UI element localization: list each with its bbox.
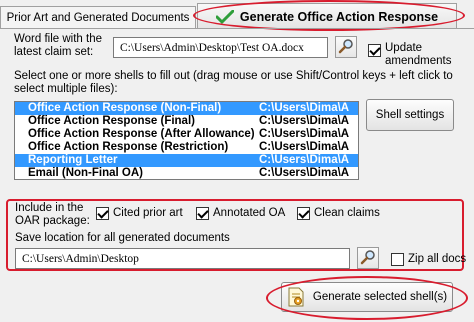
- include-in-package-label: Include in the OAR package:: [15, 202, 90, 227]
- zip-all-docs-checkbox[interactable]: [391, 253, 404, 266]
- browse-save-location-button[interactable]: [357, 247, 379, 269]
- annotated-oa-label: Annotated OA: [213, 207, 286, 219]
- shell-path: C:\Users\Dima\A: [259, 167, 350, 179]
- cited-prior-art-label: Cited prior art: [113, 207, 183, 219]
- list-item[interactable]: Office Action Response (Final) C:\Users\…: [15, 115, 358, 128]
- tab-highlight-oval: [193, 0, 465, 31]
- tab-prior-art[interactable]: Prior Art and Generated Documents: [0, 6, 196, 28]
- shell-name: Office Action Response (Non-Final): [28, 102, 222, 114]
- clean-claims-label: Clean claims: [314, 207, 380, 219]
- word-file-label: Word file with the latest claim set:: [14, 33, 102, 58]
- word-file-path-field[interactable]: C:\Users\Admin\Desktop\Test OA.docx: [113, 37, 328, 58]
- annotated-oa-checkbox[interactable]: [196, 207, 209, 220]
- shell-path: C:\Users\Dima\A: [259, 128, 350, 140]
- browse-word-file-button[interactable]: [335, 36, 357, 58]
- save-location-field[interactable]: C:\Users\Admin\Desktop: [15, 248, 350, 269]
- shell-name: Office Action Response (Restriction): [28, 141, 229, 153]
- zip-all-docs-label: Zip all docs: [408, 253, 467, 265]
- generate-button-highlight-oval: [266, 276, 468, 320]
- shell-path: C:\Users\Dima\A: [259, 154, 350, 166]
- shell-path: C:\Users\Dima\A: [259, 115, 350, 127]
- tab-prior-art-label: Prior Art and Generated Documents: [6, 11, 190, 24]
- cited-prior-art-checkbox[interactable]: [96, 207, 109, 220]
- list-item[interactable]: Office Action Response (After Allowance)…: [15, 128, 358, 141]
- shell-path: C:\Users\Dima\A: [259, 141, 350, 153]
- shell-path: C:\Users\Dima\A: [259, 102, 350, 114]
- shell-name: Office Action Response (After Allowance): [28, 128, 255, 140]
- magnifier-icon: [338, 38, 354, 57]
- shell-settings-button[interactable]: Shell settings: [366, 99, 454, 131]
- magnifier-icon: [360, 249, 376, 268]
- list-item[interactable]: Office Action Response (Restriction) C:\…: [15, 141, 358, 154]
- shell-name: Office Action Response (Final): [28, 115, 195, 127]
- list-item[interactable]: Email (Non-Final OA) C:\Users\Dima\A: [15, 167, 358, 179]
- shell-list[interactable]: Office Action Response (Non-Final) C:\Us…: [14, 101, 359, 180]
- update-amendments-checkbox[interactable]: [368, 44, 381, 57]
- clean-claims-checkbox[interactable]: [297, 207, 310, 220]
- list-item[interactable]: Reporting Letter C:\Users\Dima\A: [15, 154, 358, 167]
- shell-settings-label: Shell settings: [375, 109, 445, 121]
- update-amendments-label: Update amendments: [385, 42, 452, 67]
- shell-name: Reporting Letter: [28, 154, 118, 166]
- list-item[interactable]: Office Action Response (Non-Final) C:\Us…: [15, 102, 358, 115]
- shell-name: Email (Non-Final OA): [28, 167, 143, 179]
- shells-instruction: Select one or more shells to fill out (d…: [14, 70, 453, 95]
- save-location-label: Save location for all generated document…: [15, 232, 230, 244]
